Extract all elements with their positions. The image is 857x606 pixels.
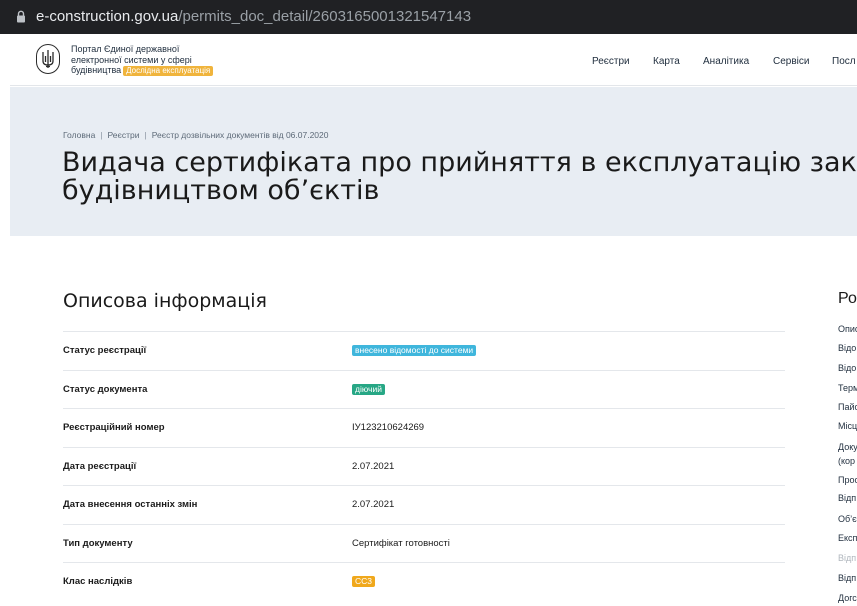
- table-row: Дата внесення останніх змін 2.07.2021: [63, 485, 785, 524]
- sidebar-item[interactable]: Опис: [838, 324, 857, 334]
- portal-line-1: Портал Єдиної державної: [71, 44, 180, 54]
- breadcrumb-current[interactable]: Реєстр дозвільних документів від 06.07.2…: [152, 130, 329, 140]
- sidebar-item[interactable]: (кор: [838, 456, 855, 466]
- table-row: Дата реєстрації 2.07.2021: [63, 446, 785, 486]
- sidebar-item[interactable]: Пайс: [838, 402, 857, 412]
- table-row: Статус реєстрації внесено відомості до си…: [63, 331, 785, 370]
- sidebar-item[interactable]: Відо: [838, 343, 856, 353]
- breadcrumb-registries[interactable]: Реєстри: [108, 130, 140, 140]
- sidebar-item[interactable]: Доку: [838, 442, 857, 452]
- table-row: Тип документу Сертифікат готовності: [63, 523, 785, 563]
- sidebar-item[interactable]: Відп: [838, 573, 856, 583]
- page-title-line-1: Видача сертифіката про прийняття в експл…: [62, 147, 857, 178]
- row-value: 2.07.2021: [352, 499, 395, 510]
- row-label: Клас наслідків: [63, 576, 133, 587]
- url-host: e-construction.gov.ua: [36, 8, 179, 25]
- left-gutter: [0, 34, 10, 606]
- breadcrumb: Головна | Реєстри | Реєстр дозвільних докуме…: [63, 130, 329, 140]
- sidebar-item[interactable]: Відп: [838, 493, 856, 503]
- trident-glyph: [42, 50, 54, 68]
- row-value: Сертифікат готовності: [352, 537, 450, 549]
- browser-address-bar[interactable]: e-construction.gov.ua/permits_doc_detail…: [0, 0, 857, 34]
- sidebar-item[interactable]: Відо: [838, 363, 856, 373]
- page-title: Видача сертифіката про прийняття в експл…: [62, 149, 857, 205]
- sidebar-item[interactable]: Об’є: [838, 514, 857, 524]
- table-row: Статус документа діючий: [63, 369, 785, 409]
- breadcrumb-separator: |: [144, 130, 147, 140]
- table-row: Реєстраційний номер ІУ123210624269: [63, 408, 785, 447]
- sidebar-item[interactable]: Терм: [838, 383, 857, 393]
- sidebar-item[interactable]: Експ: [838, 533, 857, 543]
- status-badge: внесено відомості до системи: [352, 345, 477, 356]
- portal-line-3: будівництва: [71, 65, 122, 75]
- row-value: 2.07.2021: [352, 460, 395, 472]
- sidebar-title: Ро: [838, 290, 857, 307]
- trident-logo-icon[interactable]: [36, 44, 60, 74]
- row-label: Статус документа: [63, 383, 148, 395]
- url-text[interactable]: e-construction.gov.ua/permits_doc_detail…: [36, 8, 471, 25]
- nav-map[interactable]: Карта: [653, 56, 680, 67]
- nav-registries[interactable]: Реєстри: [592, 56, 630, 67]
- beta-badge: Дослідна експлуатація: [123, 66, 214, 76]
- row-label: Дата реєстрації: [63, 460, 137, 472]
- nav-services-more[interactable]: Посл: [832, 56, 856, 67]
- row-label: Реєстраційний номер: [63, 422, 165, 433]
- nav-analytics[interactable]: Аналітика: [703, 56, 749, 67]
- url-path: /permits_doc_detail/2603165001321547143: [178, 8, 472, 25]
- info-table: Статус реєстрації внесено відомості до си…: [63, 331, 785, 601]
- portal-name[interactable]: Портал Єдиної державної електронної сист…: [71, 44, 251, 76]
- sidebar-item[interactable]: Місц: [838, 421, 857, 431]
- lock-icon: [17, 10, 25, 23]
- sidebar-item[interactable]: Відп: [838, 553, 856, 563]
- status-badge: СС3: [352, 576, 376, 587]
- page-hero: Головна | Реєстри | Реєстр дозвільних докуме…: [10, 87, 857, 236]
- page-title-line-2: будівництвом об’єктів: [62, 175, 380, 206]
- row-label: Статус реєстрації: [63, 345, 147, 356]
- site-header: Портал Єдиної державної електронної сист…: [10, 34, 857, 86]
- table-row: Клас наслідків СС3: [63, 562, 785, 601]
- breadcrumb-home[interactable]: Головна: [63, 130, 95, 140]
- breadcrumb-separator: |: [100, 130, 103, 140]
- row-label: Тип документу: [63, 537, 133, 549]
- sidebar-item[interactable]: Прос: [838, 475, 857, 485]
- status-badge: діючий: [352, 383, 385, 395]
- row-label: Дата внесення останніх змін: [63, 499, 198, 510]
- sidebar-item[interactable]: Догс: [838, 593, 857, 603]
- row-value: ІУ123210624269: [352, 422, 425, 433]
- portal-line-2: електронної системи у сфері: [71, 54, 192, 65]
- nav-services[interactable]: Сервіси: [773, 56, 809, 67]
- section-title: Описова інформація: [63, 290, 267, 312]
